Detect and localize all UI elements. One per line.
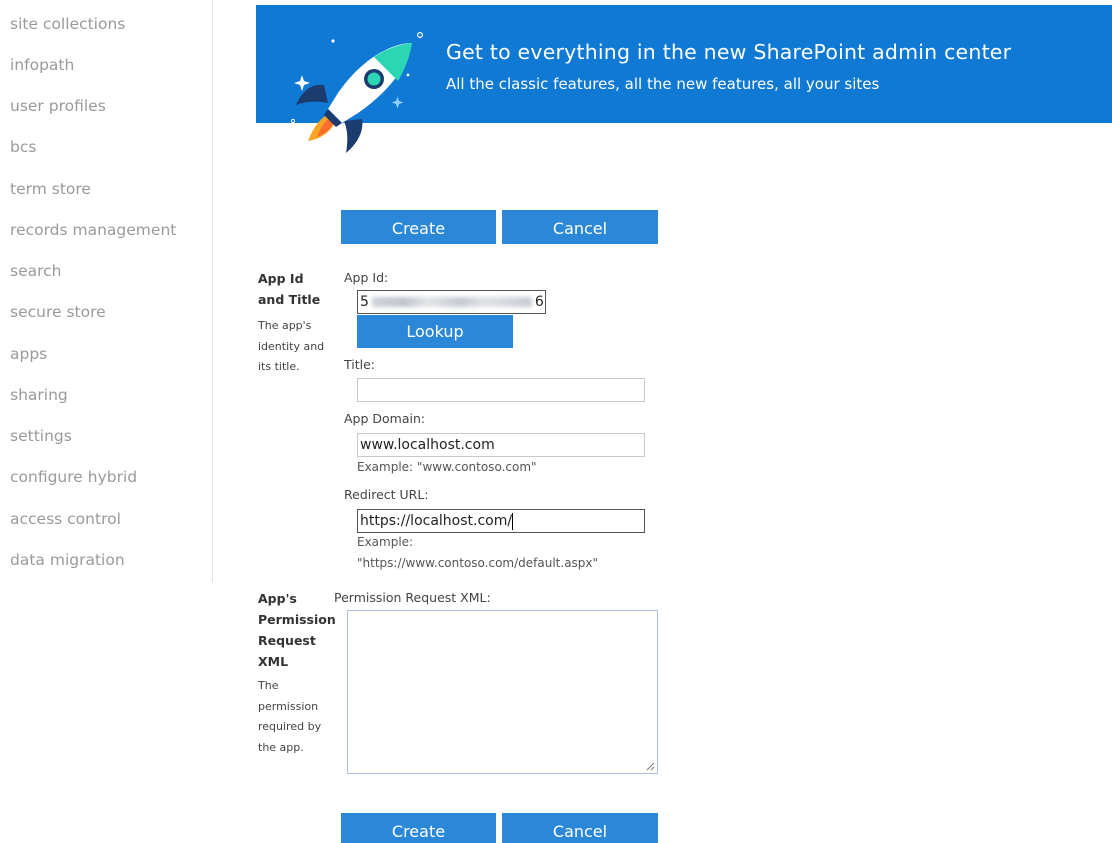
section-desc-permission: The permission required by the app. [258,679,322,754]
redirect-url-label: Redirect URL: [344,487,429,502]
resize-handle-icon[interactable] [646,762,655,771]
permission-xml-label: Permission Request XML: [334,590,491,605]
redirect-url-example: "https://www.contoso.com/default.aspx" [357,556,599,570]
nav-item-secure-store[interactable]: secure store [10,302,106,322]
permission-xml-textarea[interactable] [347,610,658,774]
nav-item-settings[interactable]: settings [10,426,72,446]
app-domain-label: App Domain: [344,411,426,426]
app-id-input[interactable]: 56 [357,290,546,314]
section-desc-app-id: The app's identity and its title. [258,319,325,373]
app-domain-example: Example: "www.contoso.com" [357,460,537,474]
app-id-label: App Id: [344,270,389,285]
section-title-permission: App's Permission Request XML [258,591,336,669]
cancel-button-bottom[interactable]: Cancel [502,813,658,843]
nav-item-access-control[interactable]: access control [10,509,121,529]
create-button-bottom[interactable]: Create [341,813,496,843]
nav-item-apps[interactable]: apps [10,344,47,364]
nav-item-configure-hybrid[interactable]: configure hybrid [10,467,137,487]
nav-item-user-profiles[interactable]: user profiles [10,96,106,116]
rocket-icon [290,32,424,153]
title-input[interactable] [357,378,645,402]
section-title-app-id: App Id and Title [258,271,321,307]
nav-item-infopath[interactable]: infopath [10,55,74,75]
nav-item-search[interactable]: search [10,261,62,281]
nav-item-records-management[interactable]: records management [10,220,176,240]
app-domain-input[interactable]: www.localhost.com [357,433,645,457]
admin-center-banner[interactable]: Get to everything in the new SharePoint … [256,5,1112,153]
create-button[interactable]: Create [341,210,496,244]
redacted-value [371,297,532,307]
redirect-url-example-label: Example: [357,535,414,549]
lookup-button[interactable]: Lookup [357,315,513,348]
nav-item-bcs[interactable]: bcs [10,137,36,157]
text-cursor [512,512,514,530]
redirect-url-input[interactable]: https://localhost.com/ [357,509,645,533]
nav-item-term-store[interactable]: term store [10,179,91,199]
nav-item-data-migration[interactable]: data migration [10,550,125,570]
nav-item-site-collections[interactable]: site collections [10,14,125,34]
title-label: Title: [344,357,375,372]
cancel-button[interactable]: Cancel [502,210,658,244]
left-navigation: site collections infopath user profiles … [0,0,213,582]
nav-item-sharing[interactable]: sharing [10,385,68,405]
banner-title: Get to everything in the new SharePoint … [446,40,1012,64]
banner-subtitle: All the classic features, all the new fe… [446,75,880,93]
